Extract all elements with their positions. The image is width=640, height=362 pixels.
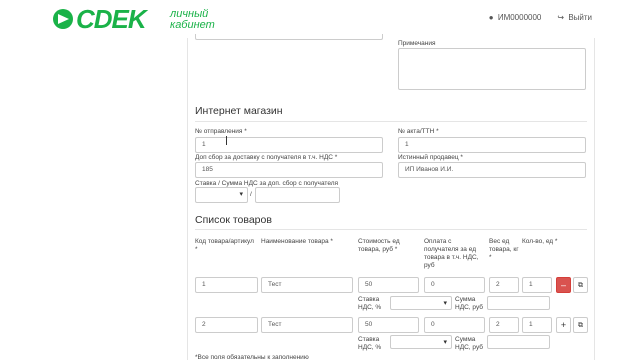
col-qty: Кол-во, ед *	[522, 238, 558, 245]
act-label: № акта/ТТН *	[398, 128, 439, 135]
user-link[interactable]: ● ИМ0000000	[489, 13, 542, 22]
row1-vat-sum-input[interactable]	[487, 296, 550, 310]
divider	[195, 229, 587, 230]
seller-input[interactable]: ИП Иванов И.И.	[398, 162, 586, 178]
row2-weight-input[interactable]: 2	[489, 317, 519, 333]
shipment-no-label: № отправления *	[195, 128, 247, 135]
fee-input[interactable]: 185	[195, 162, 383, 178]
col-code: Код товара/артикул *	[195, 238, 254, 253]
col-name: Наименование товара *	[261, 238, 333, 245]
required-footnote: *Все поля обязательны к заполнению	[195, 354, 309, 361]
row2-add-button[interactable]: +	[556, 317, 571, 333]
shipment-no-input[interactable]: 1	[195, 137, 383, 153]
row2-qty-input[interactable]: 1	[522, 317, 552, 333]
act-input[interactable]: 1	[398, 137, 586, 153]
copy-icon: ⧉	[578, 322, 583, 329]
logout-label: Выйти	[568, 13, 592, 22]
col-payment: Оплата с получателя за ед товара в т.ч. …	[424, 238, 479, 269]
row2-code-input[interactable]: 2	[195, 317, 258, 333]
copy-icon: ⧉	[578, 282, 583, 289]
text-cursor	[226, 136, 227, 145]
brand-subtitle-line2: кабинет	[170, 19, 215, 31]
row1-qty-input[interactable]: 1	[522, 277, 552, 293]
brand-name: CDEK	[76, 4, 147, 34]
seller-label: Истинный продавец *	[398, 154, 463, 161]
row1-weight-input[interactable]: 2	[489, 277, 519, 293]
row1-remove-button[interactable]: –	[556, 277, 571, 293]
row2-vat-rate-label: Ставка НДС, %	[358, 336, 382, 351]
row1-copy-button[interactable]: ⧉	[573, 277, 588, 293]
user-label: ИМ0000000	[497, 13, 542, 22]
row1-vat-sum-label: Сумма НДС, руб	[455, 296, 483, 311]
goods-section-title: Список товаров	[195, 214, 272, 226]
vat-slash: /	[250, 191, 252, 198]
header: CDEK личный кабинет ● ИМ0000000 ↪ Выйти	[0, 0, 640, 38]
logout-icon: ↪	[557, 13, 565, 22]
row2-cost-input[interactable]: 50	[358, 317, 419, 333]
remarks-textarea[interactable]	[398, 48, 586, 90]
vat-rate-select[interactable]	[195, 187, 248, 203]
row1-vat-rate-label: Ставка НДС, %	[358, 296, 382, 311]
row2-vat-rate-select[interactable]	[390, 335, 452, 350]
row1-code-input[interactable]: 1	[195, 277, 258, 293]
remarks-label: Примечания	[398, 40, 436, 47]
row2-vat-sum-input[interactable]	[487, 335, 550, 349]
user-area: ● ИМ0000000 ↪ Выйти	[489, 13, 592, 22]
row1-cost-input[interactable]: 50	[358, 277, 419, 293]
row2-vat-sum-label: Сумма НДС, руб	[455, 336, 483, 351]
logo-mark-icon	[53, 9, 73, 29]
col-weight: Вес ед товара, кг *	[489, 238, 519, 261]
row2-name-input[interactable]: Тест	[261, 317, 353, 333]
logout-link[interactable]: ↪ Выйти	[557, 13, 592, 22]
row1-name-input[interactable]: Тест	[261, 277, 353, 293]
vat-sum-input[interactable]	[255, 187, 340, 203]
user-icon: ●	[488, 13, 494, 22]
fee-label: Доп сбор за доставку с получателя в т.ч.…	[195, 154, 338, 161]
row1-vat-rate-select[interactable]	[390, 296, 452, 311]
previous-field[interactable]	[195, 34, 383, 40]
brand-subtitle: личный кабинет	[170, 9, 215, 31]
shop-section-title: Интернет магазин	[195, 105, 283, 117]
row2-payment-input[interactable]: 0	[424, 317, 485, 333]
row2-copy-button[interactable]: ⧉	[573, 317, 588, 333]
divider	[195, 121, 587, 122]
row1-payment-input[interactable]: 0	[424, 277, 485, 293]
col-cost: Стоимость ед товара, руб *	[358, 238, 400, 253]
